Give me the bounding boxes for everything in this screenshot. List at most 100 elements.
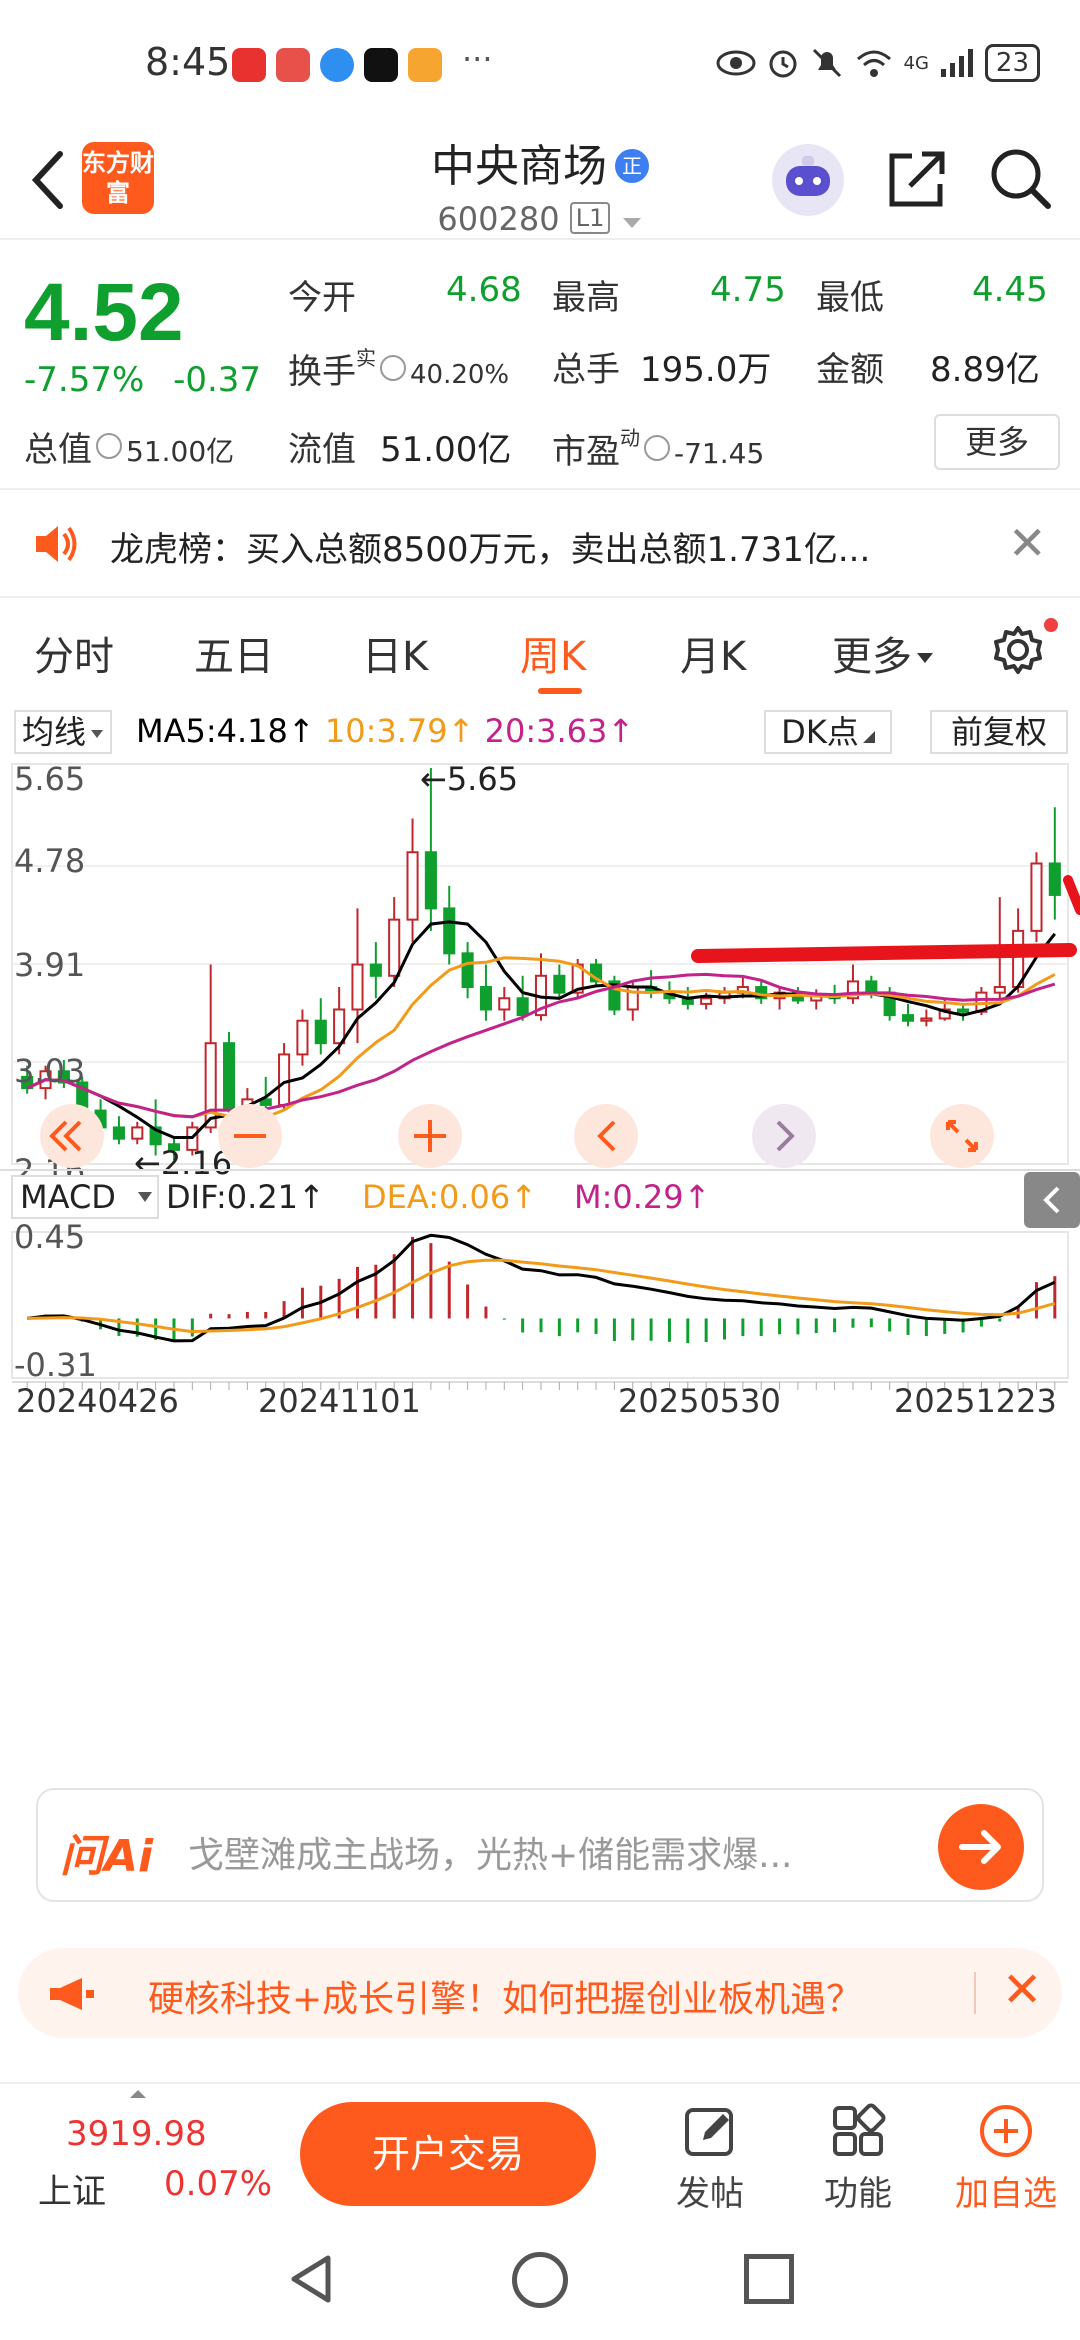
corner-triangle-icon: [862, 731, 875, 743]
status-right: 4G 23: [716, 44, 1040, 82]
open-value: 4.68: [446, 270, 522, 310]
tab-weekly-k[interactable]: 周K: [520, 624, 586, 682]
ai-submit-button[interactable]: [938, 1804, 1024, 1890]
turnover-label: 换手: [288, 352, 356, 392]
expand-caret-icon[interactable]: [130, 2090, 146, 2098]
add-watchlist-button[interactable]: 加自选: [946, 2102, 1066, 2215]
candle-body: [296, 1019, 309, 1056]
macd-frame: [11, 1231, 1069, 1379]
ma10-value: 10:3.79↑: [325, 712, 475, 750]
fullscreen-button[interactable]: [930, 1104, 994, 1168]
market-cap-value: 51.00亿: [126, 435, 235, 468]
m-text: M:0.29: [574, 1178, 684, 1216]
notification-dot: [1044, 618, 1058, 632]
bottom-bar: 3919.98 上证 0.07% 开户交易 发帖 功能 加自选: [0, 2082, 1080, 2214]
tab-monthly-k[interactable]: 月K: [680, 624, 746, 682]
dea-value: DEA:0.06↑: [362, 1178, 537, 1216]
status-more-icon: ···: [462, 40, 493, 78]
collapse-panel-button[interactable]: [1024, 1172, 1080, 1228]
tab-five-day[interactable]: 五日: [194, 624, 274, 682]
x-tick: 20241101: [258, 1382, 421, 1420]
dk-point-button[interactable]: DK点: [764, 710, 892, 754]
tab-daily-k[interactable]: 日K: [362, 624, 428, 682]
dif-text: DIF:0.21: [166, 1178, 298, 1216]
watchlist-label: 加自选: [955, 2174, 1057, 2214]
next-button[interactable]: [752, 1104, 816, 1168]
share-icon[interactable]: [882, 144, 952, 214]
candle-body: [553, 974, 566, 994]
system-recents-icon[interactable]: [744, 2254, 794, 2304]
candle-body: [204, 1042, 217, 1129]
arrow-up-icon: ↑: [447, 712, 475, 750]
candle-body: [406, 851, 419, 921]
rewind-button[interactable]: [40, 1104, 104, 1168]
network-type: 4G: [903, 52, 929, 74]
system-back-icon[interactable]: [284, 2252, 338, 2306]
search-icon[interactable]: [986, 144, 1056, 214]
tab-more-label: 更多: [832, 634, 912, 680]
float-value: 51.00亿: [380, 430, 512, 470]
max-marker: ←5.65: [420, 760, 518, 798]
eye-icon: [716, 50, 755, 76]
ma-select[interactable]: 均线: [14, 710, 113, 754]
open-account-trade-button[interactable]: 开户交易: [300, 2102, 596, 2206]
promo-banner[interactable]: 硬核科技+成长引擎！如何把握创业板机遇？ ✕: [18, 1948, 1062, 2038]
candle-body: [461, 952, 474, 989]
arrow-up-icon: ↑: [607, 712, 635, 750]
zoom-out-button[interactable]: [218, 1104, 282, 1168]
mute-icon: [812, 48, 841, 78]
period-tabs: 分时 五日 日K 周K 月K 更多: [0, 612, 1080, 698]
dragon-tiger-notice[interactable]: 龙虎榜：买入总额8500万元，卖出总额1.731亿... ✕: [0, 492, 1080, 598]
y-tick: 3.03: [14, 1052, 85, 1090]
wifi-icon: [856, 50, 891, 77]
status-bar: 8:45 ··· 4G 23: [0, 0, 1080, 130]
y-tick: 3.91: [14, 946, 85, 984]
x-tick: 20250530: [618, 1382, 781, 1420]
dif-value: DIF:0.21↑: [166, 1178, 325, 1216]
stock-name: 中央商场: [431, 141, 607, 192]
prev-button[interactable]: [574, 1104, 638, 1168]
market-cap-label: 总值: [24, 430, 92, 470]
user-drawn-trendline: [691, 943, 1077, 963]
weekly-k-chart[interactable]: 5.65 4.78 3.91 3.03 2.16 ←5.65 ←2.16 MAC…: [0, 760, 1080, 1720]
ma-values: MA5:4.18↑ 10:3.79↑ 20:3.63↑: [136, 712, 634, 750]
ai-search-box[interactable]: 问Ai 戈壁滩成主战场，光热+储能需求爆...: [36, 1788, 1044, 1902]
grid-icon: [833, 2103, 886, 2156]
index-pct: 0.07%: [164, 2164, 273, 2204]
pe-sup: 动: [620, 426, 640, 450]
ai-assistant-avatar[interactable]: [772, 144, 844, 216]
low-value: 4.45: [972, 270, 1048, 310]
info-icon: [380, 355, 406, 381]
candle-body: [424, 851, 437, 910]
zoom-in-button[interactable]: [398, 1104, 462, 1168]
more-quote-button[interactable]: 更多: [934, 414, 1060, 470]
volume-value: 195.0万: [640, 350, 772, 390]
system-home-icon[interactable]: [512, 2252, 568, 2308]
tab-more[interactable]: 更多: [832, 624, 934, 682]
close-icon[interactable]: ✕: [1002, 1962, 1042, 2018]
megaphone-icon: [50, 1978, 94, 2010]
level-tag: L1: [569, 202, 611, 234]
adjust-button[interactable]: 前复权: [930, 710, 1068, 754]
candle-body: [516, 997, 529, 1017]
quote-panel: 4.52 -7.57% -0.37 总值 51.00亿 今开 4.68 最高 4.…: [0, 242, 1080, 490]
divider: [974, 1972, 976, 2014]
candle-body: [920, 1017, 933, 1022]
tab-intraday[interactable]: 分时: [34, 624, 114, 682]
price-change: -7.57% -0.37: [24, 360, 261, 400]
robot-icon: [786, 156, 830, 196]
current-price: 4.52: [24, 267, 184, 358]
user-drawn-mark: [1063, 875, 1080, 915]
high-label: 最高: [552, 278, 620, 318]
functions-button[interactable]: 功能: [798, 2102, 918, 2215]
verified-badge: 正: [615, 149, 649, 183]
candle-body: [1048, 862, 1061, 896]
gear-icon[interactable]: [990, 622, 1046, 678]
amount-label: 金额: [816, 350, 884, 390]
post-button[interactable]: 发帖: [650, 2102, 770, 2215]
candle-body: [314, 1019, 327, 1045]
ai-logo: 问Ai: [60, 1831, 154, 1882]
change-amt: -0.37: [173, 360, 262, 400]
close-icon[interactable]: ✕: [1008, 516, 1047, 570]
pe-value: -71.45: [674, 437, 765, 470]
